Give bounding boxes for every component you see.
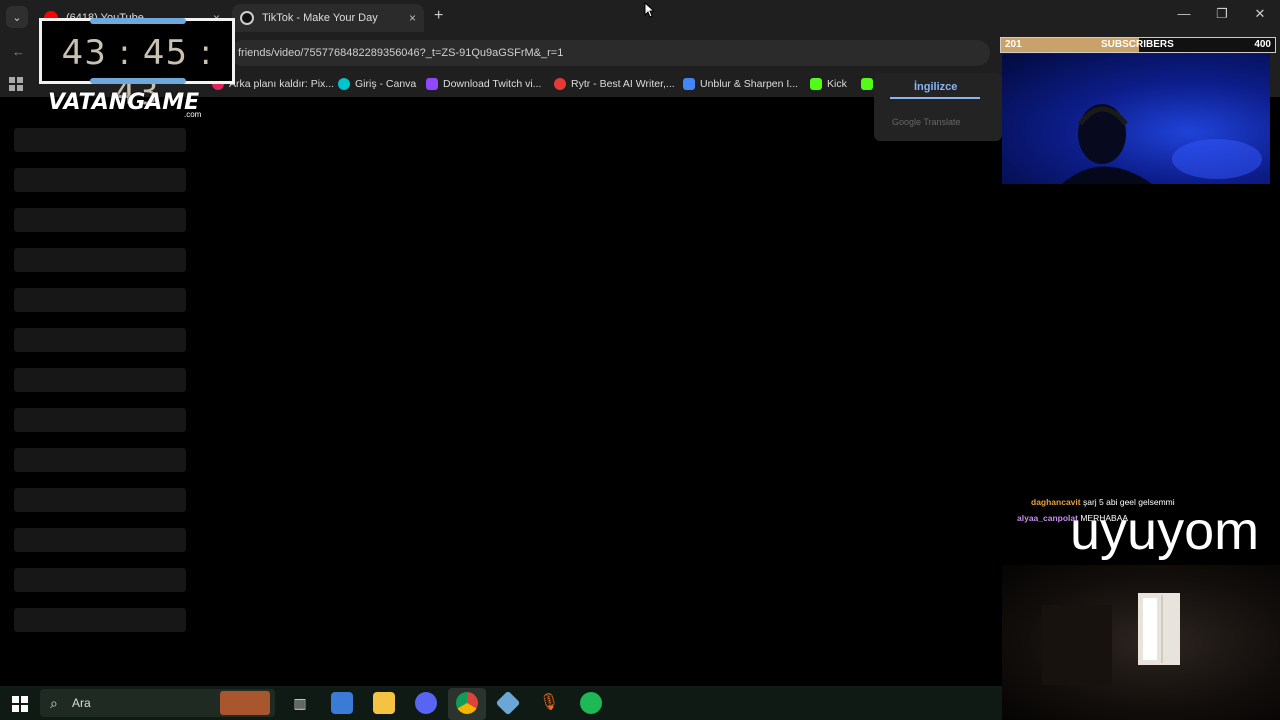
chat-username: alyaa_canpolat	[1017, 513, 1078, 523]
tab-search-button[interactable]: ⌄	[6, 6, 28, 28]
bookmark-canva[interactable]: Giriş - Canva	[338, 76, 416, 92]
translate-language-tab[interactable]: İngilizce	[914, 81, 957, 93]
translate-popup: İngilizce Google Translate	[874, 73, 1002, 141]
rytr-icon	[554, 78, 566, 90]
bookmark-label: Download Twitch vi...	[443, 78, 542, 90]
unblur-icon	[683, 78, 695, 90]
search-label: Ara	[72, 696, 91, 710]
doorway-scene	[1042, 593, 1180, 685]
close-window-button[interactable]: ✕	[1250, 6, 1270, 22]
vatangame-logo: VATANGAME	[48, 90, 199, 115]
minimize-button[interactable]: —	[1174, 6, 1194, 21]
spotify-icon[interactable]	[580, 692, 602, 714]
subscriber-goal: 400	[1254, 39, 1271, 50]
address-text: friends/video/7557768482289356046?_t=ZS-…	[238, 47, 564, 59]
apps-grid-icon[interactable]	[9, 77, 23, 91]
discord-icon[interactable]	[415, 692, 437, 714]
skeleton-item	[14, 568, 186, 592]
chevron-down-icon: ⌄	[12, 11, 22, 24]
bookmark-label: Giriş - Canva	[355, 78, 417, 90]
translate-footer: Google Translate	[892, 117, 961, 127]
skeleton-item	[14, 528, 186, 552]
mouse-cursor-icon	[644, 2, 654, 18]
store-icon[interactable]	[331, 692, 353, 714]
windows-start-icon[interactable]	[12, 696, 28, 712]
taskbar-search[interactable]: ⌕ Ara	[40, 689, 275, 717]
skeleton-item	[14, 208, 186, 232]
bookmark-label: Kick	[827, 78, 847, 90]
bookmark-kick[interactable]: Kick	[810, 76, 847, 92]
close-tab-icon[interactable]: ×	[409, 11, 416, 25]
bookmark-unblur[interactable]: Unblur & Sharpen I...	[683, 76, 798, 92]
bookmark-twitch[interactable]: Download Twitch vi...	[426, 76, 541, 92]
webcam-feed	[1002, 54, 1270, 184]
file-explorer-icon[interactable]	[373, 692, 395, 714]
skeleton-item	[14, 248, 186, 272]
address-bar[interactable]: friends/video/7557768482289356046?_t=ZS-…	[230, 40, 990, 66]
timer-accent-bar	[90, 18, 186, 24]
maximize-button[interactable]: ❐	[1212, 6, 1232, 22]
bookmark-label: Arka planı kaldır: Pix...	[229, 78, 335, 90]
new-tab-button[interactable]: +	[434, 7, 443, 25]
logo-suffix: .com	[184, 110, 202, 119]
stream-caption: uyuyom	[1070, 501, 1260, 561]
back-arrow-icon[interactable]: ←	[12, 44, 25, 59]
kick-icon[interactable]	[861, 78, 873, 90]
subscriber-current: 201	[1005, 39, 1022, 50]
streamer-silhouette	[1062, 104, 1262, 184]
skeleton-item	[14, 488, 186, 512]
skeleton-item	[14, 288, 186, 312]
skeleton-item	[14, 328, 186, 352]
kick-icon	[810, 78, 822, 90]
microphone-icon[interactable]: 🎙	[538, 692, 560, 714]
bookmark-rytr[interactable]: Rytr - Best AI Writer,...	[554, 76, 675, 92]
skeleton-item	[14, 168, 186, 192]
skeleton-item	[14, 608, 186, 632]
canva-icon	[338, 78, 350, 90]
tiktok-icon	[240, 11, 254, 25]
skeleton-item	[14, 448, 186, 472]
timer-accent-bar	[90, 78, 186, 84]
skeleton-item	[14, 368, 186, 392]
tab-label: TikTok - Make Your Day	[262, 12, 378, 24]
bookmark-label: Unblur & Sharpen I...	[700, 78, 799, 90]
tab-underline	[890, 97, 980, 99]
subscriber-label: SUBSCRIBERS	[1101, 39, 1174, 50]
task-view-icon[interactable]: ▥	[289, 692, 311, 714]
tab-tiktok[interactable]: TikTok - Make Your Day ×	[232, 4, 424, 32]
room-camera-feed	[1002, 565, 1280, 720]
search-icon: ⌕	[50, 695, 58, 711]
twitch-icon	[426, 78, 438, 90]
logo-text: VATANGAME	[48, 90, 200, 115]
skeleton-item	[14, 408, 186, 432]
search-highlight-image	[220, 691, 270, 715]
chrome-icon[interactable]	[456, 692, 478, 714]
stream-timer: 43 : 45 : 43	[39, 18, 235, 113]
bookmark-label: Rytr - Best AI Writer,...	[571, 78, 675, 90]
skeleton-item	[14, 128, 186, 152]
subscriber-goal-bar: 201 SUBSCRIBERS 400	[1000, 37, 1276, 53]
